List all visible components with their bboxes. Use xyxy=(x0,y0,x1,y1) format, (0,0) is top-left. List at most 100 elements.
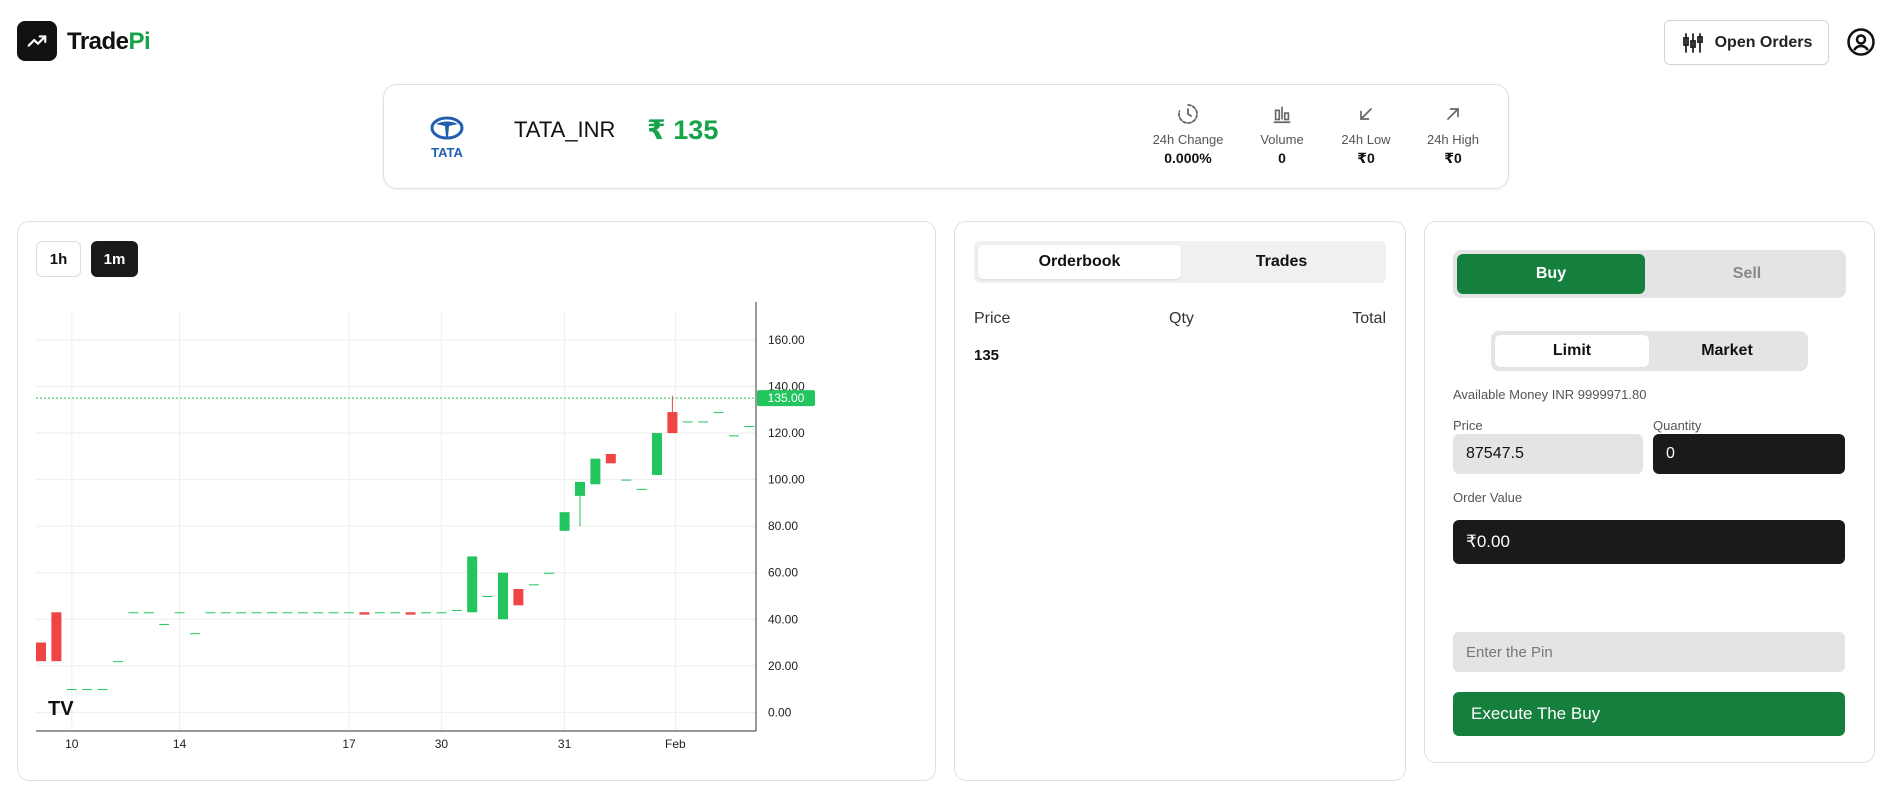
open-orders-label: Open Orders xyxy=(1714,33,1813,51)
candle xyxy=(128,612,139,614)
candle xyxy=(513,589,524,606)
orderbook-header-qty: Qty xyxy=(1169,310,1194,327)
stat-value: 0 xyxy=(1278,150,1286,166)
order-value-label: Order Value xyxy=(1453,490,1523,505)
candle xyxy=(482,595,493,597)
orderbook-header-price: Price xyxy=(974,310,1011,327)
candle xyxy=(82,689,93,691)
x-tick-label: 14 xyxy=(173,737,187,751)
trending-up-icon xyxy=(27,35,47,47)
arrow-up-right-icon xyxy=(1447,108,1459,120)
sell-tab[interactable]: Sell xyxy=(1653,254,1841,294)
candle xyxy=(575,481,585,496)
candlestick-chart[interactable]: 0.0020.0040.0060.0080.00100.00120.00140.… xyxy=(18,222,935,780)
y-tick-label: 160.00 xyxy=(768,333,805,347)
candle xyxy=(97,689,108,691)
x-tick-label: 10 xyxy=(65,737,79,751)
tradingview-logo: TV xyxy=(48,698,74,720)
candle xyxy=(36,642,46,662)
candle xyxy=(467,556,478,613)
limit-tab[interactable]: Limit xyxy=(1495,335,1649,367)
candle xyxy=(636,488,647,490)
stat-volume: Volume 0 xyxy=(1237,101,1327,166)
candle xyxy=(159,623,170,625)
stat-label: 24h Change xyxy=(1152,132,1224,147)
candle xyxy=(143,612,154,614)
stat-label: Volume xyxy=(1260,132,1304,147)
brand-name[interactable]: TradePi xyxy=(67,28,151,56)
arrow-down-left-icon xyxy=(1360,108,1372,120)
chart-card: 1h 1m 0.00 20.00 40.00 60.00 80.00 100.00 120.… xyxy=(17,221,936,781)
x-tick-label: 17 xyxy=(342,737,356,751)
y-tick-label: 80.00 xyxy=(768,519,798,533)
x-tick-label: 31 xyxy=(558,737,572,751)
orderbook-row-price[interactable]: 135 xyxy=(974,347,999,364)
candle xyxy=(421,612,431,614)
y-tick-label: 60.00 xyxy=(768,566,798,580)
side-toggle: Buy Sell xyxy=(1453,250,1846,298)
candle xyxy=(405,612,416,615)
orderbook-header-total: Total xyxy=(1352,310,1386,327)
candle xyxy=(251,612,262,614)
stat-24h-change: 24h Change 0.000% xyxy=(1143,101,1233,166)
candle xyxy=(544,572,555,574)
user-circle-icon[interactable] xyxy=(1846,27,1876,57)
candle xyxy=(113,661,123,663)
app-logo[interactable] xyxy=(17,21,57,61)
open-orders-button[interactable]: Open Orders xyxy=(1664,20,1829,65)
candle xyxy=(528,584,539,586)
candle xyxy=(220,612,231,614)
tata-logo: TATA xyxy=(430,116,464,160)
app-header: TradePi Open Orders xyxy=(0,0,1887,84)
candle xyxy=(698,421,709,423)
quantity-input[interactable] xyxy=(1653,434,1845,474)
candle xyxy=(652,433,662,475)
candle xyxy=(498,572,508,620)
candle xyxy=(267,612,277,614)
stat-value: ₹0 xyxy=(1444,150,1462,166)
stat-24h-high: 24h High ₹0 xyxy=(1408,101,1498,167)
x-tick-label: 30 xyxy=(435,737,449,751)
orderbook-tabs: Orderbook Trades xyxy=(974,241,1386,283)
trade-panel: Buy Sell Limit Market Available Money IN… xyxy=(1424,221,1875,763)
candle xyxy=(66,689,77,691)
order-value-field[interactable] xyxy=(1453,520,1845,564)
stat-label: 24h High xyxy=(1426,132,1480,147)
clock-icon xyxy=(1178,104,1198,124)
candle xyxy=(313,612,324,614)
candle xyxy=(282,612,293,614)
execute-buy-button[interactable]: Execute The Buy xyxy=(1453,692,1845,736)
ticker-symbol: TATA_INR xyxy=(514,117,616,142)
candle xyxy=(744,426,755,428)
candle xyxy=(682,421,693,423)
candle xyxy=(374,612,385,614)
buy-tab[interactable]: Buy xyxy=(1457,254,1645,294)
stat-24h-low: 24h Low ₹0 xyxy=(1321,101,1411,167)
tab-trades[interactable]: Trades xyxy=(1180,245,1383,279)
candle xyxy=(205,612,216,614)
candlestick-icon xyxy=(1682,32,1703,53)
x-tick-label: Feb xyxy=(665,737,686,751)
last-price-label: 135.00 xyxy=(768,391,805,405)
pin-input[interactable] xyxy=(1453,632,1845,672)
stat-value: 0.000% xyxy=(1164,150,1212,166)
tata-logo-text: TATA xyxy=(431,145,463,160)
price-label: Price xyxy=(1453,418,1483,433)
candle xyxy=(190,633,200,635)
candle xyxy=(51,612,62,662)
y-tick-label: 0.00 xyxy=(768,705,792,719)
price-input[interactable] xyxy=(1453,434,1643,474)
candle xyxy=(390,612,401,614)
candle xyxy=(729,435,739,437)
candle xyxy=(713,412,724,414)
candle xyxy=(297,612,308,614)
candle xyxy=(590,458,601,485)
brand-accent: Pi xyxy=(128,28,151,55)
ticker-card: TATA TATA_INR ₹ 135 24h Change 0.000% Vo… xyxy=(383,84,1509,189)
stat-value: ₹0 xyxy=(1357,150,1375,166)
market-tab[interactable]: Market xyxy=(1650,335,1804,367)
tab-orderbook[interactable]: Orderbook xyxy=(978,245,1181,279)
candle xyxy=(559,512,570,531)
available-money: Available Money INR 9999971.80 xyxy=(1453,387,1647,402)
candle xyxy=(236,612,247,614)
